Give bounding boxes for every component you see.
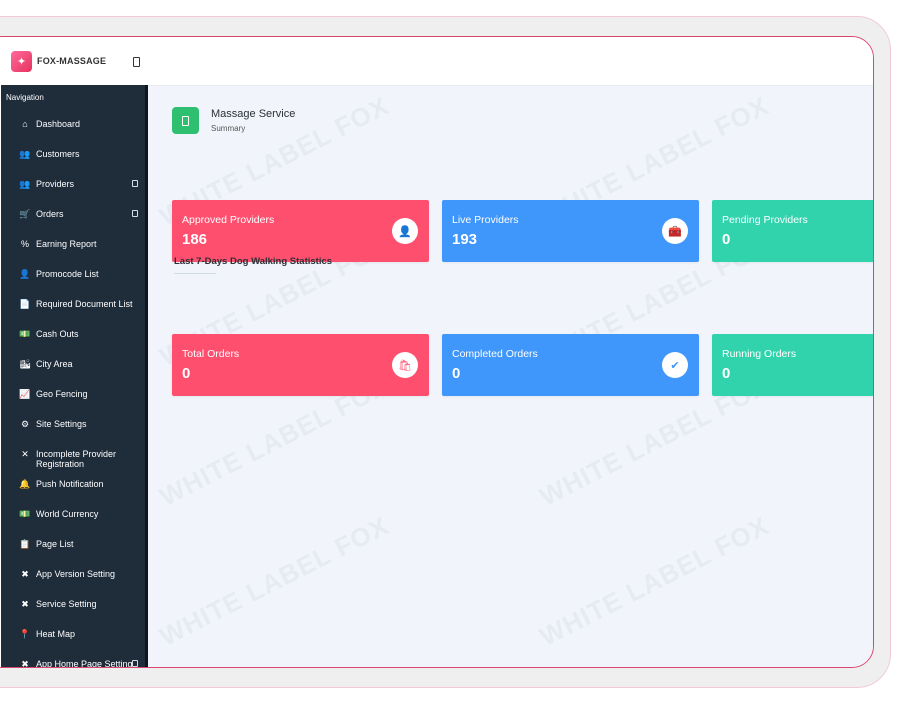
card-title: Running Orders [722,348,797,360]
sidebar-item-app-version-setting[interactable]: ✖ App Version Setting [1,568,145,590]
card-title: Total Orders [182,348,240,360]
sidebar-item-label: Service Setting [36,599,97,609]
bell-icon: 🔔 [19,479,31,489]
card-title: Completed Orders [452,348,538,360]
sidebar-item-label: Promocode List [36,269,99,279]
pending-providers-card[interactable]: Pending Providers0⌛ [712,200,873,262]
area-chart-icon: 📈 [19,389,31,399]
sidebar: Navigation ⌂ Dashboard 👥 Customers 👥 Provider… [1,85,148,668]
sidebar-item-label: Incomplete Provider Registration [36,449,117,469]
money-icon: 💵 [19,329,31,339]
device-frame-inner: ✦ FOX-MASSAGE Navigation ⌂ Dashboard 👥 Cust… [0,36,874,668]
gear-icon: ⚙ [20,419,30,429]
submenu-indicator-icon[interactable] [132,660,138,667]
card-title: Live Providers [452,214,519,226]
toolbox-icon: 🧰 [662,218,688,244]
sidebar-item-label: Heat Map [36,629,76,639]
providers-icon: 👥 [19,179,31,189]
map-pin-icon: 📍 [19,629,31,639]
tools-icon: ✖ [21,659,29,668]
completed-orders-card[interactable]: Completed Orders 0 ✔ [442,334,699,396]
users-icon: 👥 [19,149,31,159]
submenu-indicator-icon[interactable] [132,210,138,217]
sidebar-item-orders[interactable]: 🛒 Orders [1,208,145,230]
card-value: 186 [182,231,208,248]
sidebar-item-earning-report[interactable]: % Earning Report [1,238,145,260]
live-providers-card[interactable]: Live Providers 193 🧰 [442,200,699,262]
card-title: Approved Providers [182,214,275,226]
sidebar-item-label: Providers [36,179,75,189]
sidebar-item-label: Earning Report [36,239,97,249]
sidebar-item-incomplete-provider-registration[interactable]: ✕ Incomplete Provider Registration [1,448,145,470]
sidebar-item-site-settings[interactable]: ⚙ Site Settings [1,418,145,440]
page-header-icon [172,107,199,134]
card-value: 0 [452,365,461,382]
clipboard-check-icon: ✔ [662,352,688,378]
app-screen: ✦ FOX-MASSAGE Navigation ⌂ Dashboard 👥 Cust… [1,37,873,668]
sidebar-item-label: Geo Fencing [36,389,88,399]
percent-icon: % [20,239,29,249]
city-icon: 🏙 [19,359,31,369]
card-value: 193 [452,231,478,248]
sidebar-item-label: Customers [36,149,80,159]
sidebar-item-service-setting[interactable]: ✖ Service Setting [1,598,145,620]
sidebar-item-required-document-list[interactable]: 📄 Required Document List [1,298,145,320]
shopping-bag-icon: 🛍 [392,352,418,378]
sidebar-item-label: App Version Setting [36,569,116,579]
clipboard-icon: 📋 [19,539,31,549]
menu-toggle-icon[interactable] [133,57,140,67]
sidebar-item-label: Push Notification [36,479,104,489]
running-orders-card[interactable]: Running Orders0⏱ [712,334,873,396]
document-icon: 📄 [19,299,31,309]
approved-providers-card[interactable]: Approved Providers 186 👤 [172,200,429,262]
sidebar-item-world-currency[interactable]: 💵 World Currency [1,508,145,530]
cart-icon: 🛒 [19,209,31,219]
app-logo-icon[interactable]: ✦ [11,51,32,72]
sidebar-heading: Navigation [6,93,44,102]
card-value: 0 [722,365,731,382]
card-title: Pending Providers [722,214,808,226]
sidebar-item-page-list[interactable]: 📋 Page List [1,538,145,560]
main-content: WHITE LABEL FOX WHITE LABEL FOX WHITE LABE… [148,86,873,667]
sidebar-item-label: App Home Page Setting [36,659,133,668]
sidebar-item-geo-fencing[interactable]: 📈 Geo Fencing [1,388,145,410]
section-divider [174,273,216,274]
top-bar: ✦ FOX-MASSAGE [1,37,873,86]
sidebar-item-label: World Currency [36,509,99,519]
sidebar-item-label: Required Document List [36,299,133,309]
currency-icon: 💵 [19,509,31,519]
sidebar-item-cash-outs[interactable]: 💵 Cash Outs [1,328,145,350]
app-name[interactable]: FOX-MASSAGE [37,56,106,66]
sidebar-item-dashboard[interactable]: ⌂ Dashboard [1,118,145,140]
sidebar-item-label: Site Settings [36,419,87,429]
sidebar-item-customers[interactable]: 👥 Customers [1,148,145,170]
sidebar-item-app-home-page-setting[interactable]: ✖ App Home Page Setting [1,658,145,668]
page-subtitle: Summary [211,124,246,133]
section-title: Last 7-Days Dog Walking Statistics [174,256,333,267]
card-value: 0 [182,365,191,382]
home-icon: ⌂ [22,119,28,129]
sidebar-item-label: Page List [36,539,74,549]
card-value: 0 [722,231,731,248]
tools-icon: ✖ [21,599,29,609]
user-tag-icon: 👤 [19,269,31,279]
sidebar-item-label: Dashboard [36,119,81,129]
sidebar-item-push-notification[interactable]: 🔔 Push Notification [1,478,145,500]
watermark-text: WHITE LABEL FOX [534,510,774,652]
page-title: Massage Service [211,108,296,120]
sidebar-item-label: City Area [36,359,73,369]
tools-icon: ✖ [21,569,29,579]
watermark-text: WHITE LABEL FOX [154,510,394,652]
total-orders-card[interactable]: Total Orders 0 🛍 [172,334,429,396]
sidebar-item-heat-map[interactable]: 📍 Heat Map [1,628,145,650]
sidebar-item-city-area[interactable]: 🏙 City Area [1,358,145,380]
sidebar-item-label: Orders [36,209,64,219]
user-check-icon: 👤 [392,218,418,244]
sidebar-item-label: Cash Outs [36,329,79,339]
user-slash-icon: ✕ [21,449,29,459]
sidebar-item-promocode-list[interactable]: 👤 Promocode List [1,268,145,290]
submenu-indicator-icon[interactable] [132,180,138,187]
sidebar-item-providers[interactable]: 👥 Providers [1,178,145,200]
